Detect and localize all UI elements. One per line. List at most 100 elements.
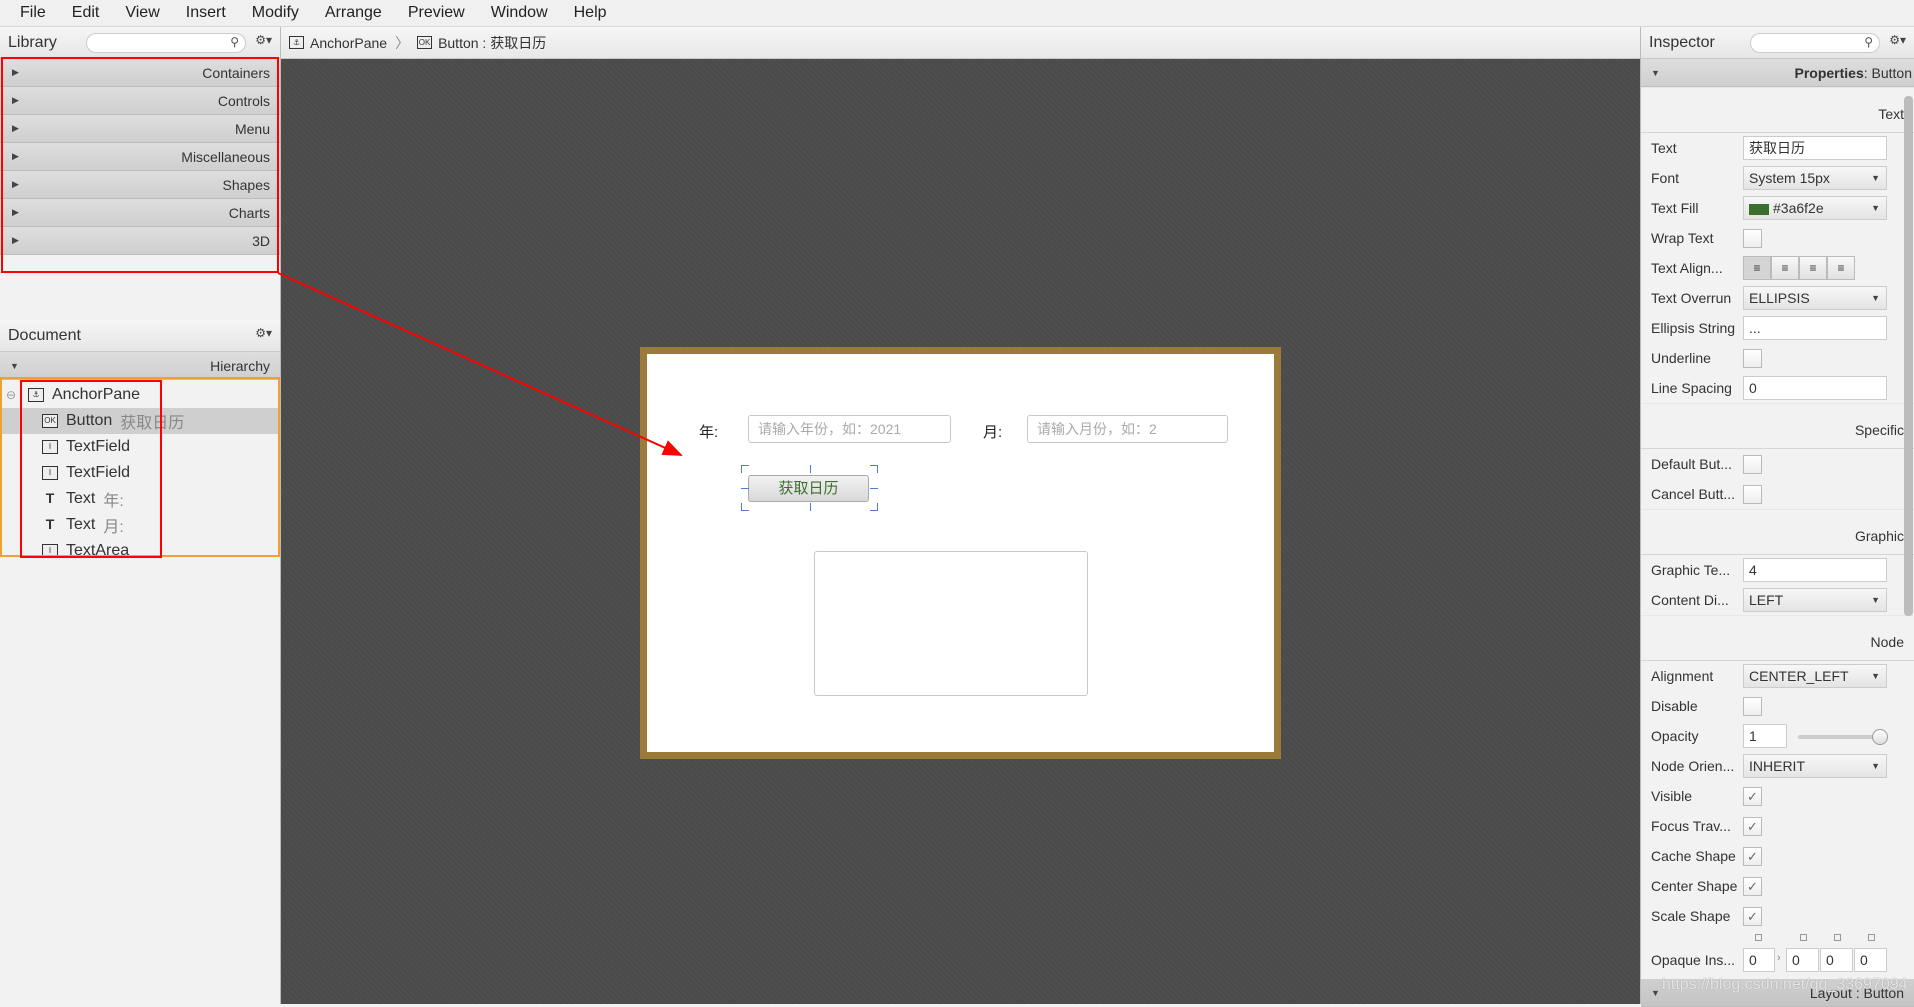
prop-label: Disable <box>1651 698 1698 714</box>
prop-label: Node Orien... <box>1651 758 1735 774</box>
prop-label: Visible <box>1651 788 1692 804</box>
inset-left-input[interactable]: 0 <box>1854 948 1887 972</box>
prop-label: Graphic Te... <box>1651 562 1731 578</box>
prop-text-align: Text Align... ≡ ≡ ≡ ≡ <box>1641 253 1914 283</box>
inset-right-input[interactable]: 0 <box>1786 948 1819 972</box>
prop-label: Scale Shape <box>1651 908 1731 924</box>
link-icon[interactable] <box>1800 934 1807 941</box>
prop-label: Cache Shape <box>1651 848 1736 864</box>
prop-cache-shape: Cache Shape ✓ <box>1641 841 1914 871</box>
chevron-right-icon: › <box>1777 952 1781 964</box>
properties-title: Properties <box>1794 64 1864 81</box>
prop-text: Text 获取日历 <box>1641 133 1914 163</box>
prop-label: Focus Trav... <box>1651 818 1731 834</box>
inspector-scrollbar[interactable] <box>1904 96 1913 616</box>
prop-underline: Underline <box>1641 343 1914 373</box>
inset-top-input[interactable]: 0 <box>1743 948 1775 972</box>
prop-label: Font <box>1651 170 1680 186</box>
prop-graphic-gap: Graphic Te... 4 <box>1641 555 1914 585</box>
link-icon[interactable] <box>1755 934 1762 941</box>
inset-bottom-input[interactable]: 0 <box>1820 948 1853 972</box>
prop-label: Text <box>1651 140 1677 156</box>
watermark: https://blog.csdn.net/qq_33697094 <box>1662 976 1908 993</box>
prop-label: Cancel Butt... <box>1651 486 1736 502</box>
link-icon[interactable] <box>1834 934 1841 941</box>
prop-center-shape: Center Shape ✓ <box>1641 871 1914 901</box>
prop-label: Opaque Ins... <box>1651 952 1736 968</box>
text-overrun-select[interactable]: ELLIPSIS <box>1743 286 1887 310</box>
prop-line-spacing: Line Spacing 0 <box>1641 373 1914 403</box>
prop-cancel-button: Cancel Butt... <box>1641 479 1914 509</box>
prop-node-orientation: Node Orien... INHERIT <box>1641 751 1914 781</box>
gear-icon[interactable]: ⚙▾ <box>1889 33 1906 47</box>
prop-label: Center Shape <box>1651 878 1738 894</box>
align-justify-icon[interactable]: ≡ <box>1827 256 1855 280</box>
default-button-checkbox[interactable] <box>1743 455 1762 474</box>
line-spacing-input[interactable]: 0 <box>1743 376 1887 400</box>
text-input[interactable]: 获取日历 <box>1743 136 1887 160</box>
arrow-line <box>277 272 683 456</box>
section-text: Text <box>1641 87 1914 133</box>
opacity-slider-track[interactable] <box>1798 735 1880 739</box>
prop-scale-shape: Scale Shape ✓ <box>1641 901 1914 931</box>
wrap-text-checkbox[interactable] <box>1743 229 1762 248</box>
prop-font: Font System 15px <box>1641 163 1914 193</box>
underline-checkbox[interactable] <box>1743 349 1762 368</box>
prop-label: Line Spacing <box>1651 380 1732 396</box>
prop-ellipsis: Ellipsis String... <box>1641 313 1914 343</box>
align-center-icon[interactable]: ≡ <box>1771 256 1799 280</box>
scale-shape-checkbox[interactable]: ✓ <box>1743 907 1762 926</box>
link-icon[interactable] <box>1868 934 1875 941</box>
prop-content-display: Content Di... LEFT <box>1641 585 1914 615</box>
align-left-icon[interactable]: ≡ <box>1743 256 1771 280</box>
prop-label: Opacity <box>1651 728 1699 744</box>
node-orientation-select[interactable]: INHERIT <box>1743 754 1887 778</box>
opaque-insets-links <box>1641 931 1914 945</box>
prop-label: Text Overrun <box>1651 290 1732 306</box>
prop-focus-traversable: Focus Trav... ✓ <box>1641 811 1914 841</box>
inspector-search-input[interactable]: ⚲ <box>1750 33 1880 53</box>
prop-wrap-text: Wrap Text <box>1641 223 1914 253</box>
opacity-slider-thumb[interactable] <box>1872 729 1888 745</box>
disable-checkbox[interactable] <box>1743 697 1762 716</box>
visible-checkbox[interactable]: ✓ <box>1743 787 1762 806</box>
content-display-select[interactable]: LEFT <box>1743 588 1887 612</box>
prop-label: Alignment <box>1651 668 1714 684</box>
prop-opacity: Opacity 1 <box>1641 721 1914 751</box>
inspector-header: Inspector ⚲ ⚙▾ <box>1641 27 1914 59</box>
section-specific: Specific <box>1641 403 1914 449</box>
prop-label: Text Align... <box>1651 260 1723 276</box>
prop-opaque-insets: Opaque Ins... 0 › 0 0 0 <box>1641 945 1914 975</box>
center-shape-checkbox[interactable]: ✓ <box>1743 877 1762 896</box>
alignment-select[interactable]: CENTER_LEFT <box>1743 664 1887 688</box>
font-select[interactable]: System 15px <box>1743 166 1887 190</box>
text-fill-picker[interactable]: #3a6f2e <box>1743 196 1887 220</box>
align-right-icon[interactable]: ≡ <box>1799 256 1827 280</box>
cancel-button-checkbox[interactable] <box>1743 485 1762 504</box>
properties-target: : Button <box>1863 64 1912 81</box>
prop-alignment: Alignment CENTER_LEFT <box>1641 661 1914 691</box>
prop-text-overrun: Text Overrun ELLIPSIS <box>1641 283 1914 313</box>
annotation-arrow <box>277 272 683 456</box>
prop-label: Text Fill <box>1651 200 1699 216</box>
prop-label: Default But... <box>1651 456 1732 472</box>
graphic-gap-input[interactable]: 4 <box>1743 558 1887 582</box>
cache-shape-checkbox[interactable]: ✓ <box>1743 847 1762 866</box>
section-graphic: Graphic <box>1641 509 1914 555</box>
ellipsis-input[interactable]: ... <box>1743 316 1887 340</box>
prop-text-fill: Text Fill #3a6f2e <box>1641 193 1914 223</box>
search-icon: ⚲ <box>1864 35 1873 49</box>
inspector-title: Inspector <box>1649 33 1715 51</box>
prop-disable: Disable <box>1641 691 1914 721</box>
prop-default-button: Default But... <box>1641 449 1914 479</box>
prop-visible: Visible ✓ <box>1641 781 1914 811</box>
section-node: Node <box>1641 615 1914 661</box>
focus-traversable-checkbox[interactable]: ✓ <box>1743 817 1762 836</box>
prop-label: Underline <box>1651 350 1711 366</box>
prop-label: Ellipsis String <box>1651 320 1736 336</box>
prop-label: Content Di... <box>1651 592 1729 608</box>
properties-header[interactable]: Properties : Button <box>1641 59 1914 87</box>
color-swatch <box>1749 203 1769 215</box>
opacity-input[interactable]: 1 <box>1743 724 1787 748</box>
prop-label: Wrap Text <box>1651 230 1714 246</box>
